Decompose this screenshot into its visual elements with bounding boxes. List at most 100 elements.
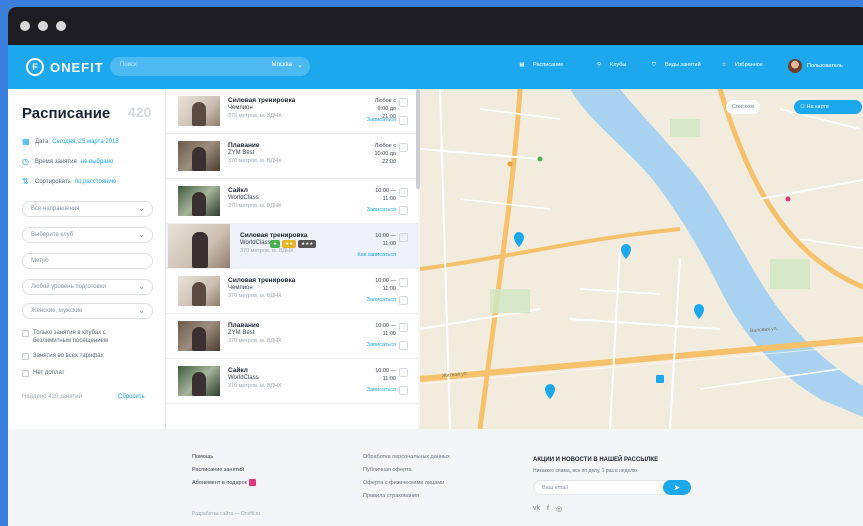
club-name: ZYM Best (228, 150, 255, 156)
add-checkbox[interactable] (399, 116, 408, 125)
window-minimize-dot[interactable] (38, 21, 48, 31)
class-time: 10:00 —11:00 (375, 233, 396, 247)
map-canvas (420, 89, 863, 429)
all-tariffs-checkbox[interactable]: Занятия во всех тарифах (22, 352, 104, 360)
gift-link[interactable]: Абонемент в подарок (192, 477, 256, 490)
help-link[interactable]: Помощь (192, 451, 256, 464)
checkbox-box[interactable] (22, 353, 29, 360)
nav-clubs[interactable]: ⚲ Клубы (593, 59, 626, 71)
class-title: Сайкл (228, 367, 248, 374)
individual-offer-link[interactable]: Оферта с физическими лицами (363, 477, 450, 490)
list-item-selected[interactable]: Силовая тренировка WorldClass ★ ★★ ★★★ 3… (166, 224, 418, 269)
club-select[interactable]: Выберите клуб ⌄ (22, 227, 153, 243)
sort-icon: ⇅ (22, 177, 29, 186)
sort-value[interactable]: по расстоянию (75, 179, 116, 185)
nav-favorites[interactable]: ☆ Избранное (718, 59, 763, 71)
offer-link[interactable]: Публичная оферта (363, 464, 450, 477)
vk-icon[interactable]: vk (533, 505, 540, 513)
signup-link[interactable]: Записаться (367, 117, 396, 123)
tag-badge: ★ (270, 240, 281, 248)
favorite-icon[interactable]: ♡ (399, 368, 408, 377)
distance: 370 метров, м. ВДНХ (228, 113, 282, 119)
window-maximize-dot[interactable] (56, 21, 66, 31)
browser-window: F ONEFIT Поиск Москва ⌄ ▦ Расписание ⚲ К… (8, 7, 863, 526)
direction-select-value: Все направления (31, 206, 80, 212)
checkbox-box[interactable] (22, 330, 29, 337)
date-value[interactable]: Сегодня, 25 марта 2018 (52, 139, 118, 145)
nav-activities[interactable]: ⛉ Виды занятий (648, 59, 701, 71)
favorite-icon[interactable]: ♡ (399, 278, 408, 287)
newsletter-title: АКЦИИ И НОВОСТИ В НАШЕЙ РАССЫЛКЕ (533, 457, 659, 463)
list-item[interactable]: Сайкл WorldClass 370 метров, м. ВДНХ 10:… (166, 179, 418, 224)
how-to-signup-link[interactable]: Как записаться (357, 252, 396, 258)
schedule-link[interactable]: Расписание занятий (192, 464, 256, 477)
class-title: Плавание (228, 142, 260, 149)
club-name: Чемпион (228, 105, 253, 111)
gender-select[interactable]: Женские, мужские ⌄ (22, 303, 153, 319)
signup-link[interactable]: Записаться (367, 342, 396, 348)
date-filter[interactable]: ▦ Дата Сегодня, 25 марта 2018 (22, 137, 119, 146)
reset-link[interactable]: Сбросить (118, 394, 145, 400)
window-titlebar (8, 7, 863, 45)
favorite-icon[interactable]: ♡ (399, 188, 408, 197)
nav-profile[interactable]: Пользователь (788, 59, 843, 73)
signup-link[interactable]: Записаться (367, 387, 396, 393)
add-checkbox[interactable] (399, 206, 408, 215)
time-filter[interactable]: ◷ Время занятия не выбрано (22, 157, 113, 166)
newsletter-subtitle: Никакого спама, все по делу, 1 раз в нед… (533, 468, 637, 474)
favorite-icon[interactable]: ♡ (399, 323, 408, 332)
list-item[interactable]: Силовая тренировка Чемпион 370 метров, м… (166, 269, 418, 314)
favorite-icon[interactable]: ♡ (399, 98, 408, 107)
gift-icon (248, 479, 256, 487)
sort-filter[interactable]: ⇅ Сортировать по расстоянию (22, 177, 116, 186)
facebook-icon[interactable]: f (547, 505, 549, 513)
list-item[interactable]: Силовая тренировка Чемпион 370 метров, м… (166, 89, 418, 134)
favorite-icon[interactable]: ♡ (399, 143, 408, 152)
chevron-down-icon: ⌄ (138, 306, 145, 315)
metro-input[interactable]: Метро (22, 253, 153, 269)
email-field[interactable]: Ваш email ➤ (533, 480, 691, 495)
club-name: ZYM Best (228, 330, 255, 336)
favorite-icon[interactable]: ♡ (399, 233, 408, 242)
city-select[interactable]: Москва (272, 62, 292, 68)
chevron-down-icon: ⌄ (138, 204, 145, 213)
add-checkbox[interactable] (399, 341, 408, 350)
list-view-button[interactable]: Списком (726, 100, 761, 114)
window-close-dot[interactable] (20, 21, 30, 31)
list-item[interactable]: Плавание ZYM Best 370 метров, м. ВДНХ 10… (166, 314, 418, 359)
nav-schedule[interactable]: ▦ Расписание (516, 59, 563, 71)
class-thumbnail (178, 186, 220, 216)
time-value[interactable]: не выбрано (81, 159, 114, 165)
level-select-value: Любой уровень подготовки (31, 284, 106, 290)
insurance-link[interactable]: Правила страхования (363, 490, 450, 503)
add-checkbox[interactable] (399, 386, 408, 395)
unlimited-checkbox[interactable]: Только занятия в клубах с безлимитным по… (22, 329, 142, 345)
dumbbell-icon: ⚲ (596, 62, 602, 68)
class-time: Любое с 10:00 до 22:00 (374, 143, 396, 165)
email-placeholder: Ваш email (542, 485, 568, 491)
privacy-link[interactable]: Обработка персональных данных (363, 451, 450, 464)
signup-link[interactable]: Записаться (367, 297, 396, 303)
tag-badge: ★★ (282, 240, 297, 248)
signup-link[interactable]: Записаться (367, 207, 396, 213)
logo-text: ONEFIT (50, 59, 104, 75)
map-view-button[interactable]: ⚇ На карте (794, 100, 862, 114)
instagram-icon[interactable]: ◎ (556, 505, 562, 513)
class-thumbnail (168, 224, 230, 268)
distance: 370 метров, м. ВДНХ (228, 383, 282, 389)
map-view[interactable]: Житная ул. Валовая ул. Списком ⚇ На карт… (420, 89, 863, 429)
direction-select[interactable]: Все направления ⌄ (22, 201, 153, 217)
club-name: Чемпион (228, 285, 253, 291)
club-name: WorldClass (228, 195, 259, 201)
checkbox-box[interactable] (22, 370, 29, 377)
level-select[interactable]: Любой уровень подготовки ⌄ (22, 279, 153, 295)
no-surcharge-checkbox[interactable]: Нет доплат (22, 369, 64, 377)
nav-schedule-label: Расписание (533, 62, 564, 68)
class-title: Силовая тренировка (228, 277, 296, 284)
list-item[interactable]: Плавание ZYM Best 370 метров, м. ВДНХ Лю… (166, 134, 418, 179)
list-item[interactable]: Сайкл WorldClass 370 метров, м. ВДНХ 10:… (166, 359, 418, 404)
search-input[interactable]: Поиск Москва ⌄ (110, 57, 310, 76)
send-button[interactable]: ➤ (663, 480, 691, 495)
logo[interactable]: F ONEFIT (26, 56, 104, 78)
add-checkbox[interactable] (399, 296, 408, 305)
